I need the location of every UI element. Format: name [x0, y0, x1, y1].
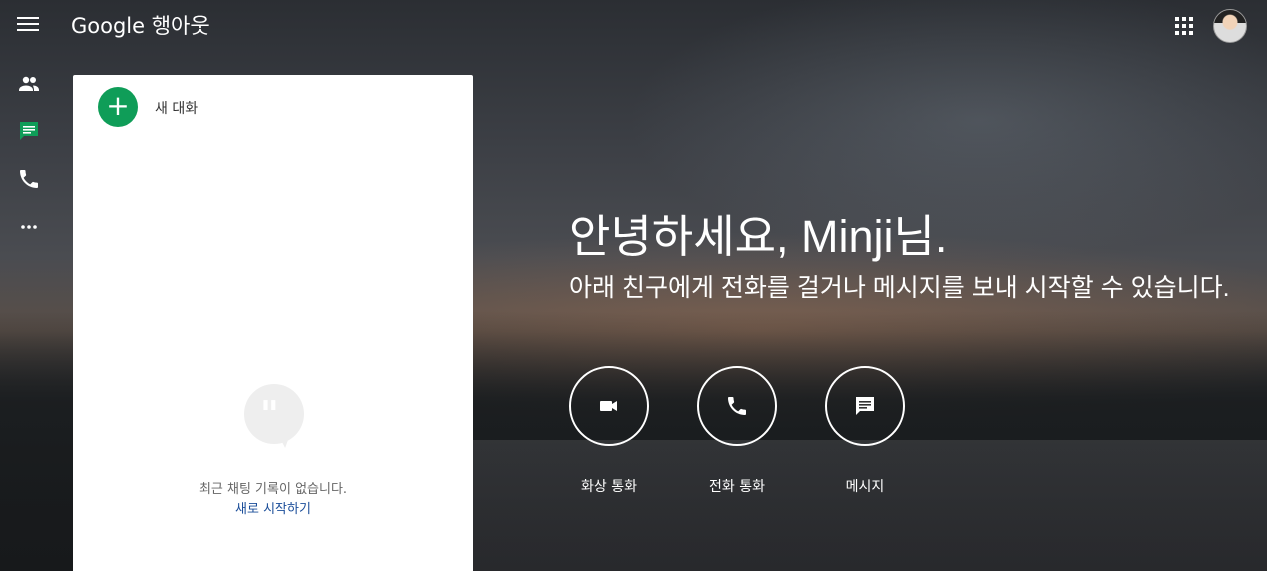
plus-icon: +	[98, 87, 138, 127]
video-icon	[600, 401, 617, 411]
app-title: Google 행아웃	[71, 14, 210, 38]
start-new-link[interactable]: 새로 시작하기	[73, 498, 473, 517]
greeting-title: 안녕하세요, Minji님.	[569, 211, 948, 262]
empty-state-text: 최근 채팅 기록이 없습니다.	[198, 482, 348, 497]
top-bar: Google 행아웃	[0, 0, 1267, 48]
hamburger-menu-icon[interactable]	[17, 13, 39, 35]
video-call-label: 화상 통화	[581, 479, 637, 495]
hangouts-bubble-icon: "	[244, 384, 304, 444]
message-label: 메시지	[845, 479, 885, 495]
greeting-subtitle: 아래 친구에게 전화를 걸거나 메시지를 보내 시작할 수 있습니다.	[569, 274, 1230, 302]
voice-call-button[interactable]: 전화 통화	[697, 366, 777, 496]
chat-icon[interactable]	[17, 119, 41, 143]
avatar[interactable]	[1213, 9, 1247, 43]
message-icon	[856, 397, 874, 415]
video-call-button[interactable]: 화상 통화	[569, 366, 649, 496]
contacts-icon[interactable]	[17, 72, 41, 96]
conversation-panel: + 새 대화 " 최근 채팅 기록이 없습니다. 새로 시작하기	[73, 75, 473, 571]
new-chat-button[interactable]: + 새 대화	[98, 87, 398, 127]
apps-grid-icon[interactable]	[1175, 17, 1193, 35]
more-icon[interactable]	[17, 215, 41, 239]
phone-icon[interactable]	[17, 167, 41, 191]
new-chat-label: 새 대화	[155, 101, 199, 117]
phone-icon	[728, 397, 746, 415]
voice-call-label: 전화 통화	[709, 479, 765, 495]
message-button[interactable]: 메시지	[825, 366, 905, 496]
